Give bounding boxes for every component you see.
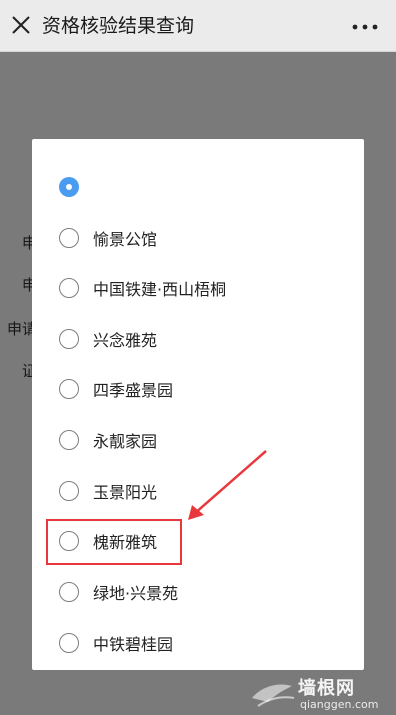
watermark-text: 墙根网 bbox=[298, 678, 355, 699]
radio-icon[interactable] bbox=[59, 430, 79, 450]
top-bar: 资格核验结果查询 bbox=[0, 0, 396, 52]
close-icon[interactable] bbox=[10, 14, 32, 36]
option-item[interactable]: 绿地·兴景苑 bbox=[32, 567, 364, 617]
option-item[interactable]: 四季盛景园 bbox=[32, 364, 364, 414]
option-item[interactable]: 中国铁建·西山梧桐 bbox=[32, 263, 364, 313]
option-item[interactable]: 愉景公馆 bbox=[32, 213, 364, 263]
radio-icon[interactable] bbox=[59, 481, 79, 501]
radio-icon[interactable] bbox=[59, 278, 79, 298]
radio-icon[interactable] bbox=[59, 633, 79, 653]
option-label: 兴念雅苑 bbox=[93, 331, 158, 350]
radio-checked-icon[interactable] bbox=[59, 177, 79, 197]
radio-icon[interactable] bbox=[59, 329, 79, 349]
option-item[interactable] bbox=[32, 162, 364, 212]
highlight-box bbox=[46, 519, 182, 565]
radio-icon[interactable] bbox=[59, 379, 79, 399]
option-label: 四季盛景园 bbox=[93, 381, 174, 400]
option-label: 愉景公馆 bbox=[93, 230, 158, 249]
more-icon[interactable] bbox=[350, 23, 380, 31]
annotation-arrow-icon bbox=[188, 450, 267, 520]
watermark-url: qianggen.com bbox=[300, 698, 379, 711]
option-item[interactable]: 兴念雅苑 bbox=[32, 314, 364, 364]
option-label: 绿地·兴景苑 bbox=[93, 584, 179, 603]
page-title: 资格核验结果查询 bbox=[42, 15, 195, 37]
project-select-dialog: 愉景公馆 中国铁建·西山梧桐 兴念雅苑 四季盛景园 永靓家园 玉景阳光 槐新雅筑… bbox=[32, 139, 364, 670]
radio-icon[interactable] bbox=[59, 582, 79, 602]
option-label: 中铁碧桂园 bbox=[93, 635, 174, 654]
option-label: 中国铁建·西山梧桐 bbox=[93, 280, 227, 299]
radio-icon[interactable] bbox=[59, 228, 79, 248]
option-label: 永靓家园 bbox=[93, 432, 158, 451]
option-item[interactable]: 中铁碧桂园 bbox=[32, 618, 364, 668]
option-label: 玉景阳光 bbox=[93, 483, 158, 502]
